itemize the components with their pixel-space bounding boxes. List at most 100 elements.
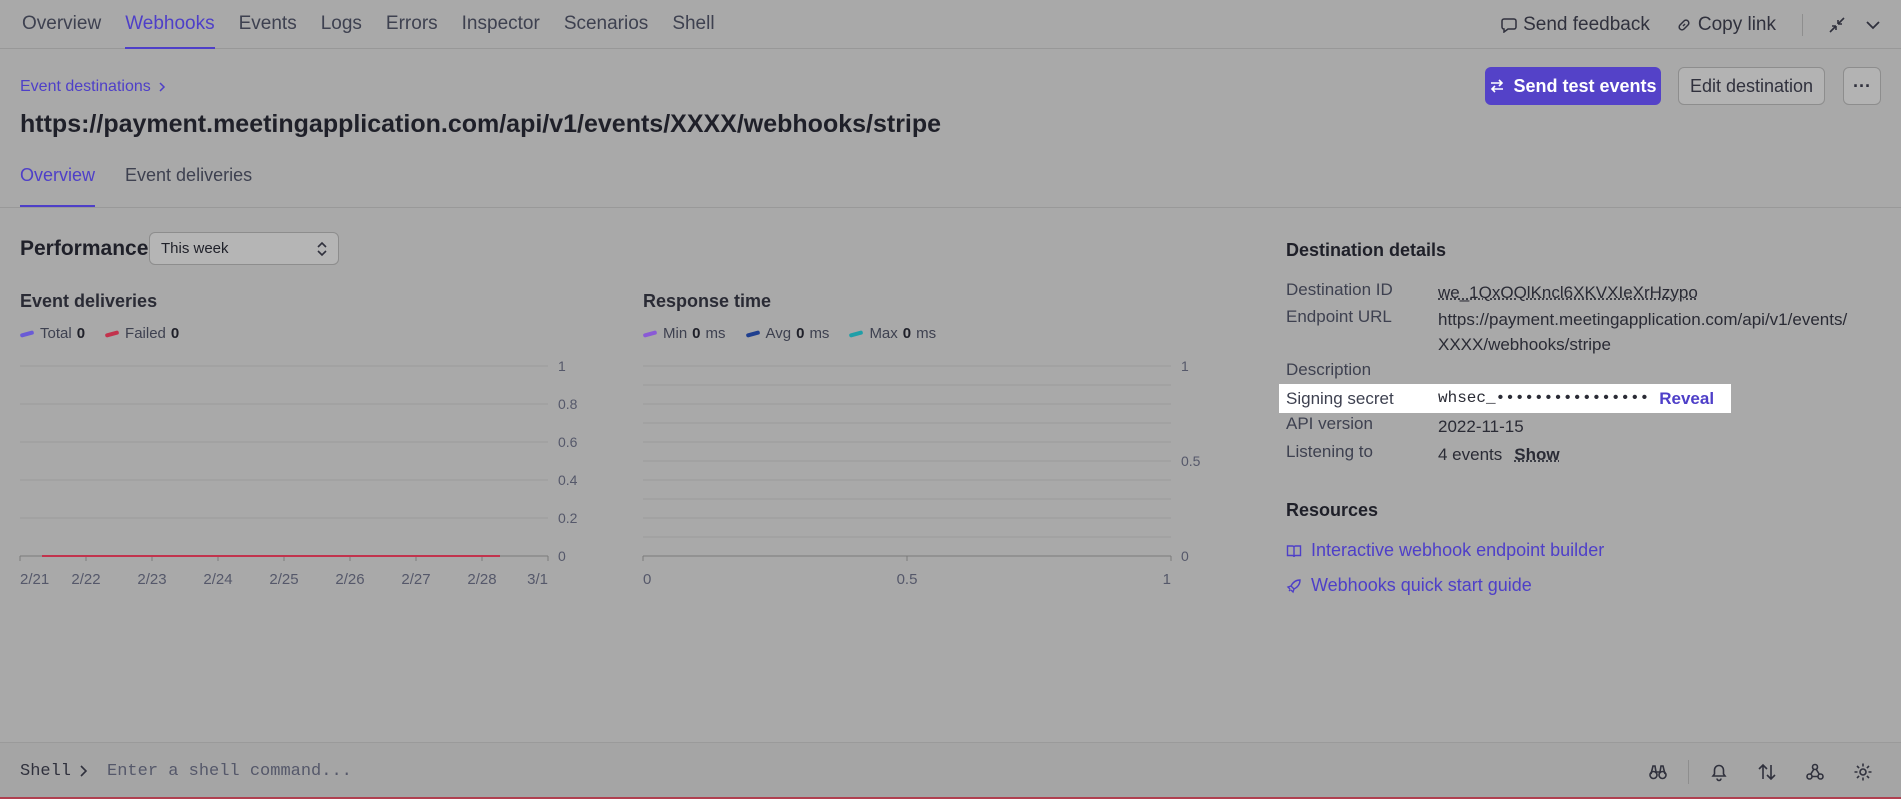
tab-scenarios[interactable]: Scenarios [564,0,649,49]
legend-value-failed: 0 [171,325,179,342]
legend-item-failed[interactable]: Failed 0 [105,325,179,342]
signing-secret-row: Signing secret whsec_•••••••••••••••• Re… [1279,384,1731,413]
shell-label-text: Shell [20,762,71,781]
send-test-events-button[interactable]: Send test events [1485,67,1661,105]
x-tick-label: 2/28 [467,571,496,588]
x-tick-label: 2/24 [203,571,232,588]
x-tick-label: 2/23 [137,571,166,588]
response-time-legend: Min 0 ms Avg 0 ms Max 0 ms [643,325,956,342]
legend-item-min[interactable]: Min 0 ms [643,325,726,342]
legend-swatch-avg [745,330,760,337]
tab-shell[interactable]: Shell [672,0,714,49]
tab-event-deliveries[interactable]: Event deliveries [125,155,252,207]
bell-icon [1709,762,1729,782]
api-version-label: API version [1286,414,1438,439]
legend-label-failed: Failed [125,325,166,342]
time-range-select[interactable]: This week [149,232,339,265]
top-nav-actions: Send feedback Copy link [1501,0,1901,49]
endpoint-url-line1: https://payment.meetingapplication.com/a… [1438,310,1847,329]
legend-label-min: Min [663,325,687,342]
book-icon [1286,543,1302,559]
copy-link-button[interactable]: Copy link [1676,14,1776,36]
page-title: https://payment.meetingapplication.com/a… [20,110,941,139]
show-events-button[interactable]: Show [1514,442,1559,467]
y-tick-label: 1 [558,358,566,374]
divider [1802,14,1803,36]
event-deliveries-chart: 1 0.8 0.6 0.4 0.2 0 2/21 2/22 2/23 2/24 2/25 2/26 2/… [0,350,580,600]
event-deliveries-legend: Total 0 Failed 0 [20,325,199,342]
x-tick-label: 0 [643,571,651,588]
settings-button[interactable] [1839,762,1887,782]
endpoint-url-line2: XXXX/webhooks/stripe [1438,335,1611,354]
x-tick-label: 2/26 [335,571,364,588]
legend-item-total[interactable]: Total 0 [20,325,85,342]
listening-to-label: Listening to [1286,442,1438,467]
tab-overview-sub[interactable]: Overview [20,155,95,207]
breadcrumb-event-destinations[interactable]: Event destinations [20,78,151,96]
destination-details-title: Destination details [1286,240,1446,261]
legend-value-max: 0 [903,325,911,342]
chevron-right-icon [79,764,89,778]
sort-button[interactable] [1743,762,1791,782]
send-feedback-button[interactable]: Send feedback [1501,14,1650,36]
endpoint-url-value: https://payment.meetingapplication.com/a… [1438,307,1847,357]
chevron-down-icon [1864,16,1882,34]
legend-value-avg: 0 [796,325,804,342]
shell-command-input[interactable]: Enter a shell command... [107,762,352,781]
y-tick-label: 0.4 [558,472,578,488]
y-tick-label: 0.2 [558,510,578,526]
y-tick-label: 0.8 [558,396,578,412]
legend-swatch-total [20,330,35,337]
legend-item-max[interactable]: Max 0 ms [849,325,936,342]
divider [0,207,1901,208]
more-options-button[interactable]: ··· [1843,67,1881,105]
notifications-button[interactable] [1695,762,1743,782]
breadcrumb[interactable]: Event destinations [20,78,167,96]
collapse-button[interactable] [1819,16,1855,34]
destination-id-value[interactable]: we_1QxOQlKncl6XKVXIeXrHzypo [1438,280,1698,305]
arrows-swap-icon [1489,78,1505,94]
tab-inspector[interactable]: Inspector [462,0,540,49]
edit-destination-button[interactable]: Edit destination [1678,67,1825,105]
signing-secret-value: whsec_•••••••••••••••• [1438,386,1649,411]
send-test-events-label: Send test events [1513,76,1656,97]
legend-label-total: Total [40,325,72,342]
endpoint-url-row: Endpoint URL https://payment.meetingappl… [1286,307,1847,357]
webhooks-button[interactable] [1791,762,1839,782]
tab-errors[interactable]: Errors [386,0,438,49]
gear-icon [1853,762,1873,782]
legend-item-avg[interactable]: Avg 0 ms [746,325,830,342]
arrows-up-down-icon [1757,762,1777,782]
inspect-button[interactable] [1634,762,1682,782]
x-tick-label: 0.5 [897,571,918,588]
tab-events[interactable]: Events [239,0,297,49]
tab-logs[interactable]: Logs [321,0,362,49]
top-nav-tabs: Overview Webhooks Events Logs Errors Ins… [22,0,739,49]
tab-webhooks[interactable]: Webhooks [125,0,214,49]
y-tick-label: 0 [558,548,566,564]
webhook-builder-label: Interactive webhook endpoint builder [1311,540,1604,561]
performance-title: Performance [20,237,148,261]
destination-id-label: Destination ID [1286,280,1438,305]
shell-toolbar [1634,743,1887,799]
listening-to-value: 4 events [1438,442,1502,467]
destination-id-row: Destination ID we_1QxOQlKncl6XKVXIeXrHzy… [1286,280,1698,305]
chevron-right-icon [157,81,167,93]
signing-secret-label: Signing secret [1286,389,1438,409]
legend-label-avg: Avg [766,325,792,342]
webhook-builder-link[interactable]: Interactive webhook endpoint builder [1286,540,1604,561]
time-range-value: This week [161,240,229,257]
reveal-button[interactable]: Reveal [1659,389,1714,409]
top-nav: Overview Webhooks Events Logs Errors Ins… [0,0,1901,49]
link-icon [1676,17,1692,33]
tab-overview[interactable]: Overview [22,0,101,49]
chevron-down-button[interactable] [1855,16,1891,34]
quick-start-guide-label: Webhooks quick start guide [1311,575,1532,596]
binoculars-icon [1648,762,1668,782]
y-tick-label: 1 [1181,358,1189,374]
quick-start-guide-link[interactable]: Webhooks quick start guide [1286,575,1532,596]
copy-link-label: Copy link [1698,14,1776,36]
divider [1688,760,1689,784]
resources-title: Resources [1286,500,1378,521]
up-down-chevron-icon [316,241,328,257]
